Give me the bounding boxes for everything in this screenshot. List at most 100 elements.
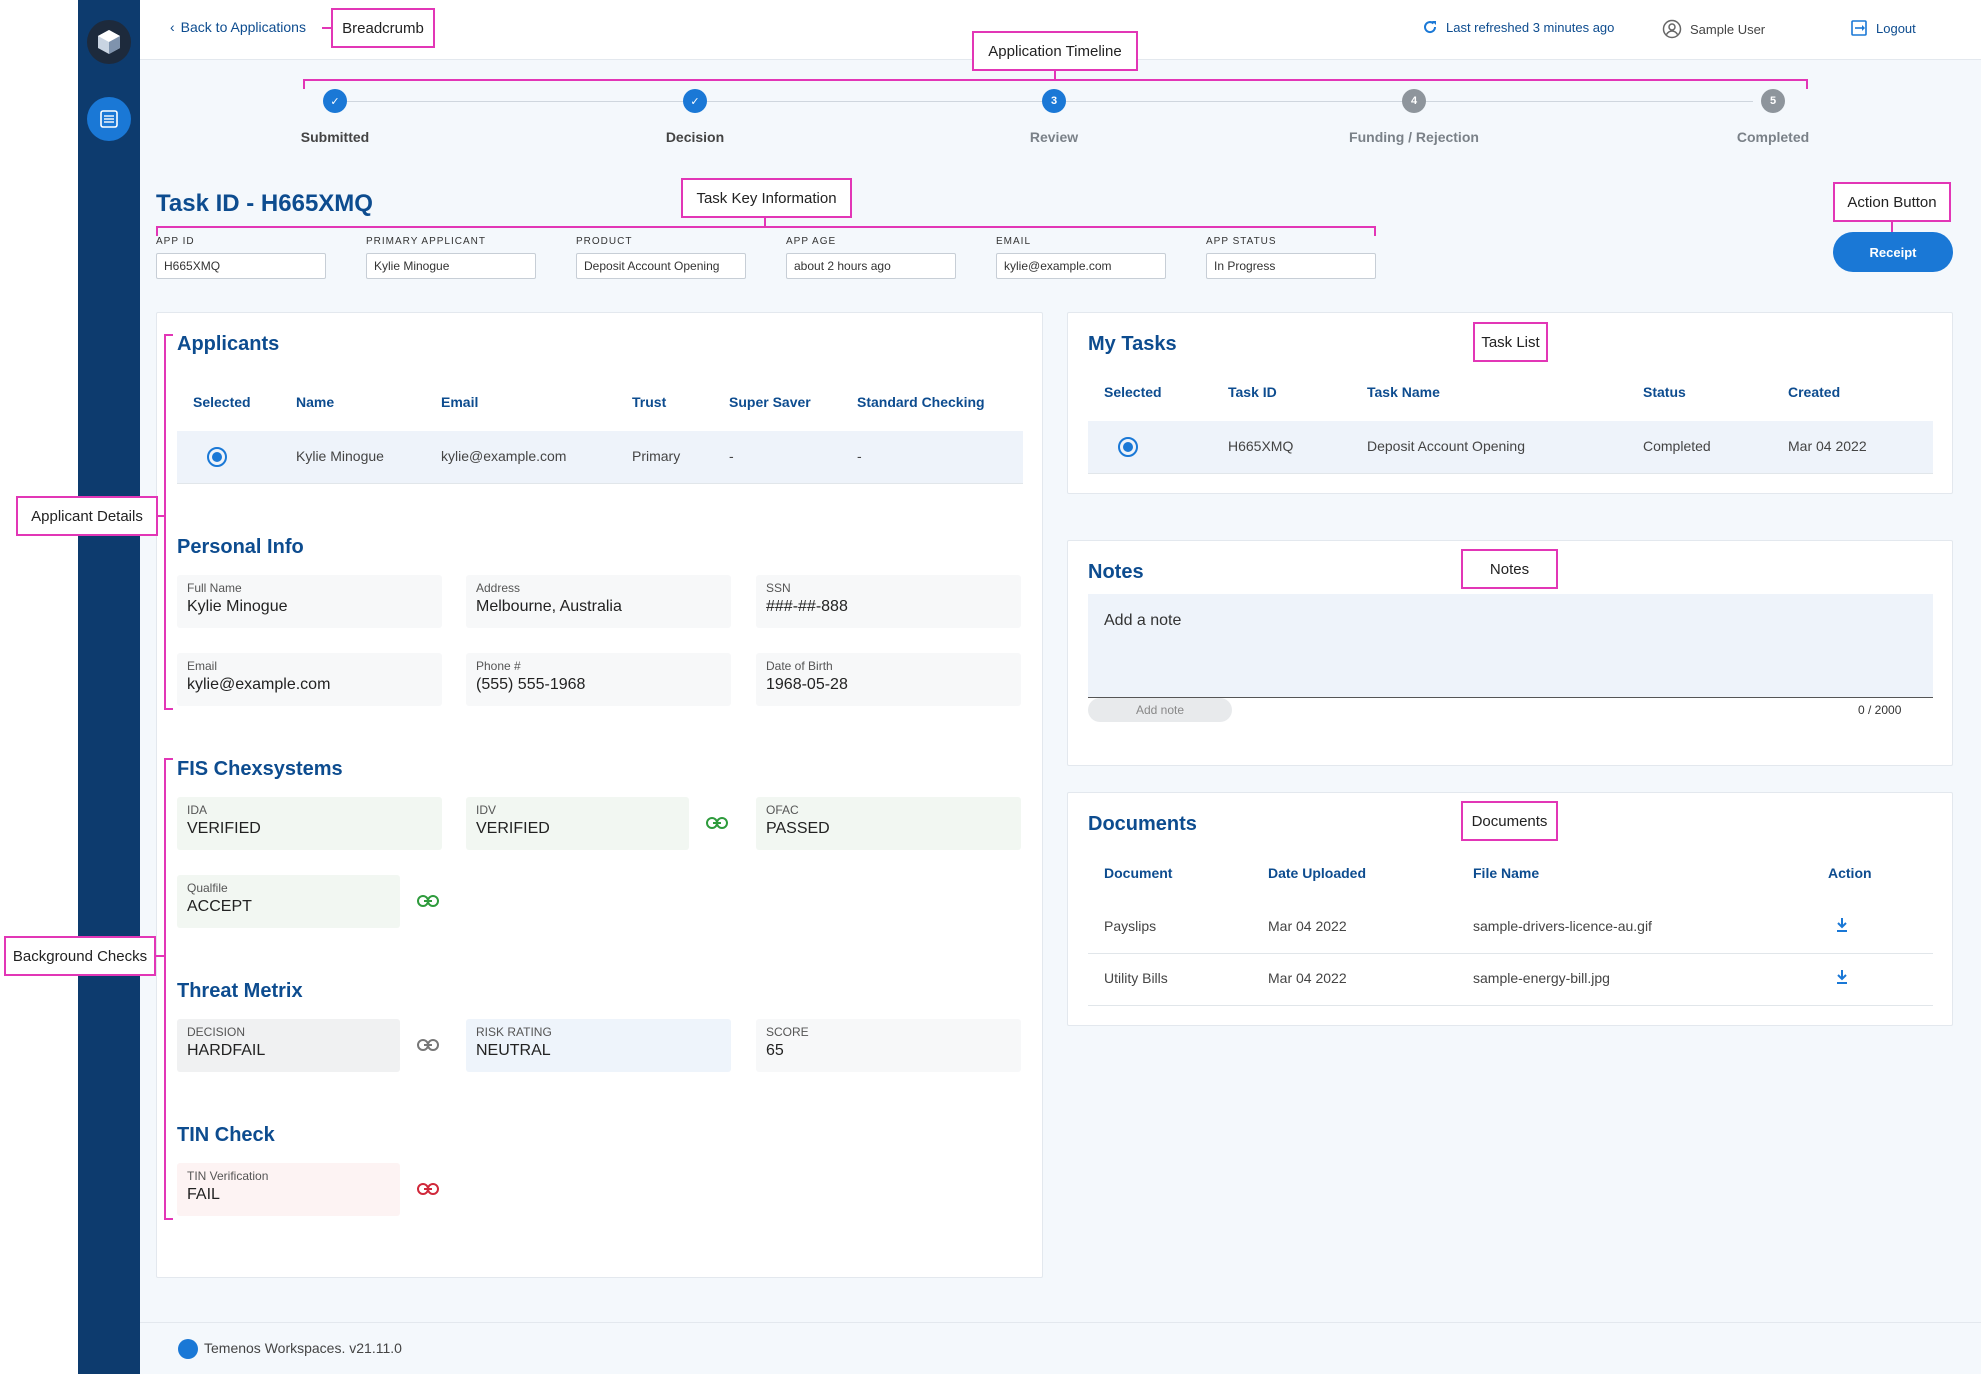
annotation-bracket [1374,226,1376,236]
note-input[interactable]: Add a note [1088,594,1933,698]
annotation-task-key-info: Task Key Information [681,178,852,218]
task-status: Completed [1643,438,1711,454]
task-select-radio[interactable] [1118,437,1138,457]
check-icon: ✓ [683,89,707,113]
annotation-bracket [1806,79,1808,89]
app-logo[interactable] [87,20,131,64]
col-task-name: Task Name [1367,384,1440,400]
col-status: Status [1643,384,1686,400]
applicant-super-saver: - [729,448,734,464]
sidebar [78,0,140,1374]
link-icon[interactable] [417,1182,439,1196]
download-icon[interactable] [1835,969,1849,985]
step-number: 5 [1761,89,1785,113]
tin-check-title: TIN Check [177,1124,275,1146]
annotation-timeline: Application Timeline [972,31,1138,71]
row-divider [1088,953,1933,954]
applicant-trust: Primary [632,448,681,464]
document-name: Utility Bills [1104,970,1168,986]
annotation-task-list: Task List [1473,322,1548,362]
add-note-button[interactable]: Add note [1088,698,1232,722]
link-icon[interactable] [417,1038,439,1052]
personal-info-title: Personal Info [177,536,304,558]
refresh-icon [1424,21,1437,34]
logout-icon [1851,20,1867,36]
annotation-bracket [303,79,305,89]
decision-field: DECISION HARDFAIL [177,1019,400,1072]
threat-metrix-title: Threat Metrix [177,980,303,1002]
timeline-step-funding: 4 Funding / Rejection [1314,86,1514,145]
row-divider [177,483,1023,484]
email-field: EMAIL kylie@example.com [996,236,1166,279]
timeline-step-decision: ✓ Decision [595,86,795,145]
score-field: SCORE 65 [756,1019,1021,1072]
annotation-bracket [164,758,173,760]
logout-button[interactable]: Logout [1850,19,1916,37]
main-content: ‹ Back to Applications Last refreshed 3 … [140,0,1981,1374]
annotation-bracket [156,226,158,236]
step-number: 3 [1042,89,1066,113]
ofac-field: OFAC PASSED [756,797,1021,850]
link-icon[interactable] [417,894,439,908]
annotation-bracket [303,79,1808,81]
phone-field: Phone # (555) 555-1968 [466,653,731,706]
app-age-field: APP AGE about 2 hours ago [786,236,956,279]
document-file: sample-energy-bill.jpg [1473,970,1610,986]
address-field: Address Melbourne, Australia [466,575,731,628]
row-divider [1088,473,1933,474]
annotation-connector [322,27,332,29]
email-info-field: Email kylie@example.com [177,653,442,706]
annotation-bracket [164,1218,173,1220]
documents-title: Documents [1088,813,1197,835]
annotation-bracket [164,334,173,336]
annotation-bracket [164,708,173,710]
task-created: Mar 04 2022 [1788,438,1867,454]
user-name: Sample User [1690,21,1766,37]
annotation-bracket [164,758,166,1220]
risk-rating-field: RISK RATING NEUTRAL [466,1019,731,1072]
task-id: H665XMQ [1228,438,1294,454]
back-to-applications-link[interactable]: ‹ Back to Applications [170,19,306,35]
applicants-title: Applicants [177,333,280,355]
logout-label: Logout [1876,20,1916,36]
annotation-notes: Notes [1461,549,1558,589]
col-task-id: Task ID [1228,384,1277,400]
user-menu[interactable]: Sample User [1662,19,1765,39]
link-icon[interactable] [706,816,728,830]
back-link-label: Back to Applications [180,19,306,35]
timeline-step-review: 3 Review [954,86,1154,145]
applicant-card: Applicants Selected Name Email Trust Sup… [156,312,1043,1278]
temenos-logo-icon [178,1339,198,1359]
page-title: Task ID - H665XMQ [156,190,373,217]
dob-field: Date of Birth 1968-05-28 [756,653,1021,706]
step-number: 4 [1402,89,1426,113]
applicant-select-radio[interactable] [207,447,227,467]
ssn-field: SSN ###-##-888 [756,575,1021,628]
col-name: Name [296,394,335,410]
col-selected: Selected [1104,384,1162,400]
full-name-field: Full Name Kylie Minogue [177,575,442,628]
application-timeline: ✓ Submitted ✓ Decision 3 Review 4 Fundin… [140,86,1981,156]
document-file: sample-drivers-licence-au.gif [1473,918,1652,934]
applicant-name: Kylie Minogue [296,448,384,464]
refresh-text: Last refreshed 3 minutes ago [1446,19,1615,35]
col-action: Action [1828,865,1872,881]
timeline-step-completed: 5 Completed [1673,86,1873,145]
receipt-button[interactable]: Receipt [1833,232,1953,272]
footer: Temenos Workspaces. v21.11.0 [140,1322,1981,1374]
qualfile-field: Qualfile ACCEPT [177,875,400,928]
col-email: Email [441,394,479,410]
col-file-name: File Name [1473,865,1540,881]
annotation-bracket [164,334,166,710]
document-date: Mar 04 2022 [1268,970,1347,986]
annotation-breadcrumb: Breadcrumb [331,8,435,48]
nav-tasks-button[interactable] [87,97,131,141]
app-status-field: APP STATUS In Progress [1206,236,1376,279]
col-selected: Selected [193,394,251,410]
download-icon[interactable] [1835,917,1849,933]
footer-text: Temenos Workspaces. v21.11.0 [204,1340,402,1356]
applicant-standard-checking: - [857,448,862,464]
refresh-status[interactable]: Last refreshed 3 minutes ago [1422,19,1614,35]
row-divider [1088,1005,1933,1006]
idv-field: IDV VERIFIED [466,797,689,850]
